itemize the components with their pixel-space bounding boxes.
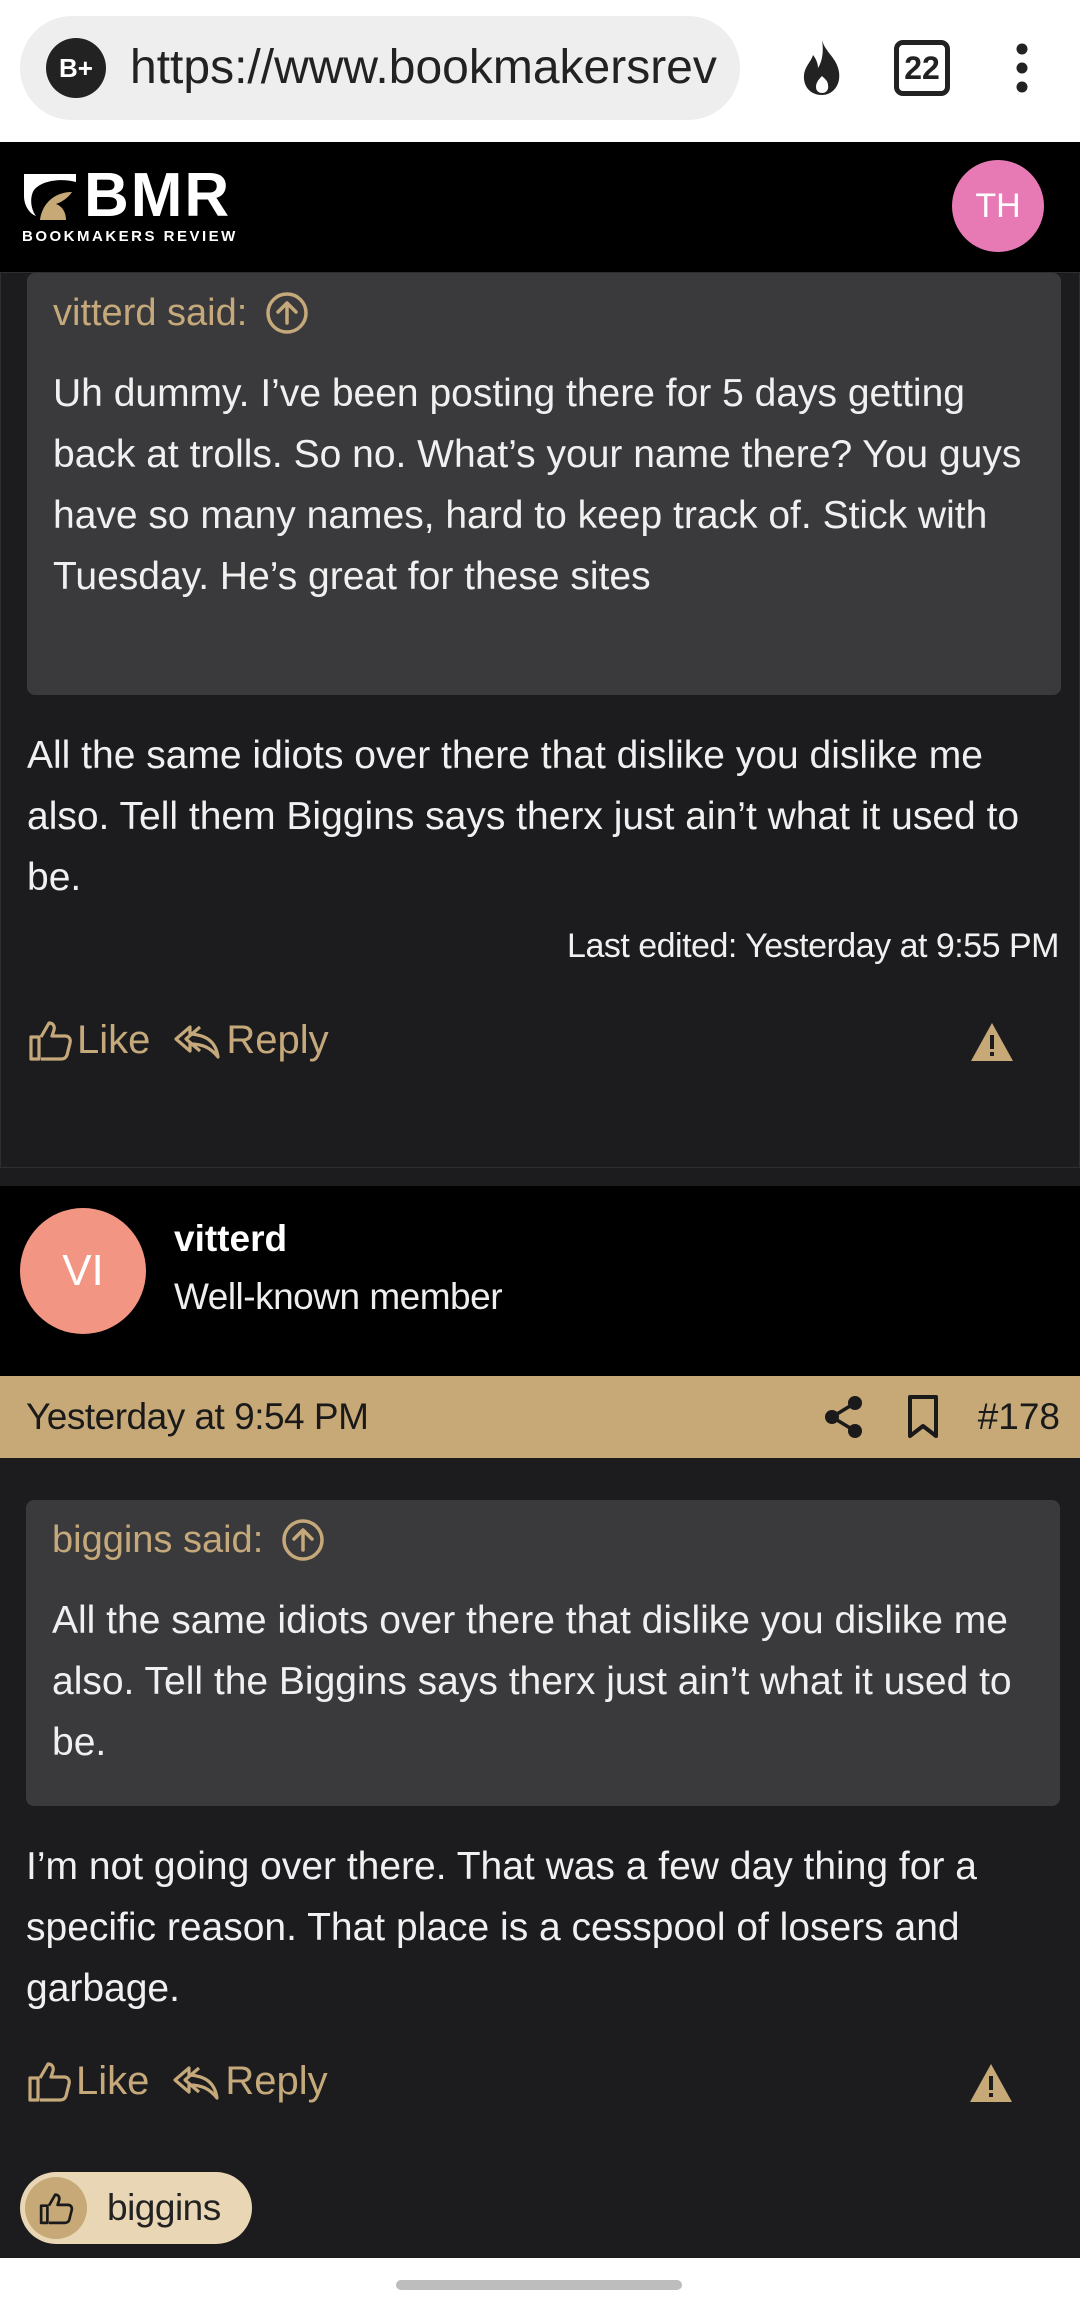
quote-header[interactable]: biggins said: (52, 1518, 1034, 1562)
post-actions: Like Reply (27, 1017, 329, 1063)
like-button[interactable]: Like (26, 2058, 149, 2104)
logo-wordmark: BMR (84, 161, 232, 230)
reply-arrow-icon (174, 1025, 220, 1059)
site-header: BMR BOOKMAKERS REVIEW TH (0, 142, 1080, 274)
user-avatar[interactable]: TH (952, 160, 1044, 252)
eagle-logo-icon (24, 174, 76, 220)
quote-header[interactable]: vitterd said: (53, 291, 1035, 335)
thumbs-up-icon (29, 1021, 72, 1061)
report-warning-icon[interactable] (968, 2062, 1014, 2104)
member-role: Well-known member (174, 1276, 503, 1317)
report-warning-icon[interactable] (969, 1021, 1015, 1063)
url-text[interactable]: https://www.bookmakersrev (130, 42, 720, 94)
post-card: biggins said: All the same idiots over t… (0, 1458, 1078, 2258)
arrow-up-circle-icon[interactable] (281, 1518, 325, 1562)
address-bar[interactable]: B+ https://www.bookmakersrev (20, 16, 740, 120)
tab-count: 22 (894, 40, 950, 96)
quote-text: All the same idiots over there that disl… (52, 1599, 1012, 1764)
post-body: All the same idiots over there that disl… (27, 734, 1020, 899)
reaction-user: biggins (107, 2187, 221, 2228)
post-date[interactable]: Yesterday at 9:54 PM (26, 1396, 369, 1438)
reaction-summary[interactable]: biggins (20, 2172, 252, 2244)
quote-author: vitterd said: (53, 291, 248, 334)
post-meta-bar: Yesterday at 9:54 PM #178 (0, 1376, 1080, 1458)
post-card: vitterd said: Uh dummy. I’ve been postin… (0, 272, 1080, 1168)
reply-button[interactable]: Reply (172, 1017, 329, 1063)
browser-toolbar: B+ https://www.bookmakersrev 22 (0, 0, 1080, 142)
more-menu-icon[interactable] (1000, 32, 1044, 104)
member-name[interactable]: vitterd (174, 1218, 287, 1260)
member-avatar[interactable]: VI (20, 1208, 146, 1334)
tab-switcher-button[interactable]: 22 (886, 32, 958, 104)
flame-icon[interactable] (786, 32, 858, 104)
reply-button[interactable]: Reply (171, 2058, 328, 2104)
post-number[interactable]: #178 (978, 1396, 1060, 1438)
like-label: Like (77, 1017, 151, 1062)
share-icon[interactable] (822, 1394, 866, 1440)
quote-author: biggins said: (52, 1518, 264, 1561)
post-body: I’m not going over there. That was a few… (26, 1845, 977, 2010)
arrow-up-circle-icon[interactable] (265, 291, 309, 335)
thumbs-up-icon (28, 2062, 71, 2102)
site-info-badge[interactable]: B+ (46, 38, 106, 98)
reply-label: Reply (226, 1017, 329, 1062)
like-label: Like (76, 2058, 150, 2103)
logo-tagline: BOOKMAKERS REVIEW (22, 228, 238, 245)
quote-block: biggins said: All the same idiots over t… (26, 1500, 1060, 1806)
last-edited-text: Last edited: Yesterday at 9:55 PM (567, 927, 1059, 965)
bookmark-icon[interactable] (906, 1394, 940, 1440)
post-actions: Like Reply (26, 2058, 328, 2104)
thumbs-up-icon (25, 2177, 87, 2239)
reply-arrow-icon (173, 2066, 219, 2100)
like-button[interactable]: Like (27, 1017, 150, 1063)
quote-text: Uh dummy. I’ve been posting there for 5 … (53, 372, 1022, 598)
reply-label: Reply (225, 2058, 328, 2103)
site-logo[interactable]: BMR BOOKMAKERS REVIEW (22, 161, 238, 246)
quote-block: vitterd said: Uh dummy. I’ve been postin… (27, 273, 1061, 695)
member-header: VI vitterd Well-known member (0, 1186, 1080, 1376)
gesture-handle[interactable] (396, 2280, 682, 2290)
